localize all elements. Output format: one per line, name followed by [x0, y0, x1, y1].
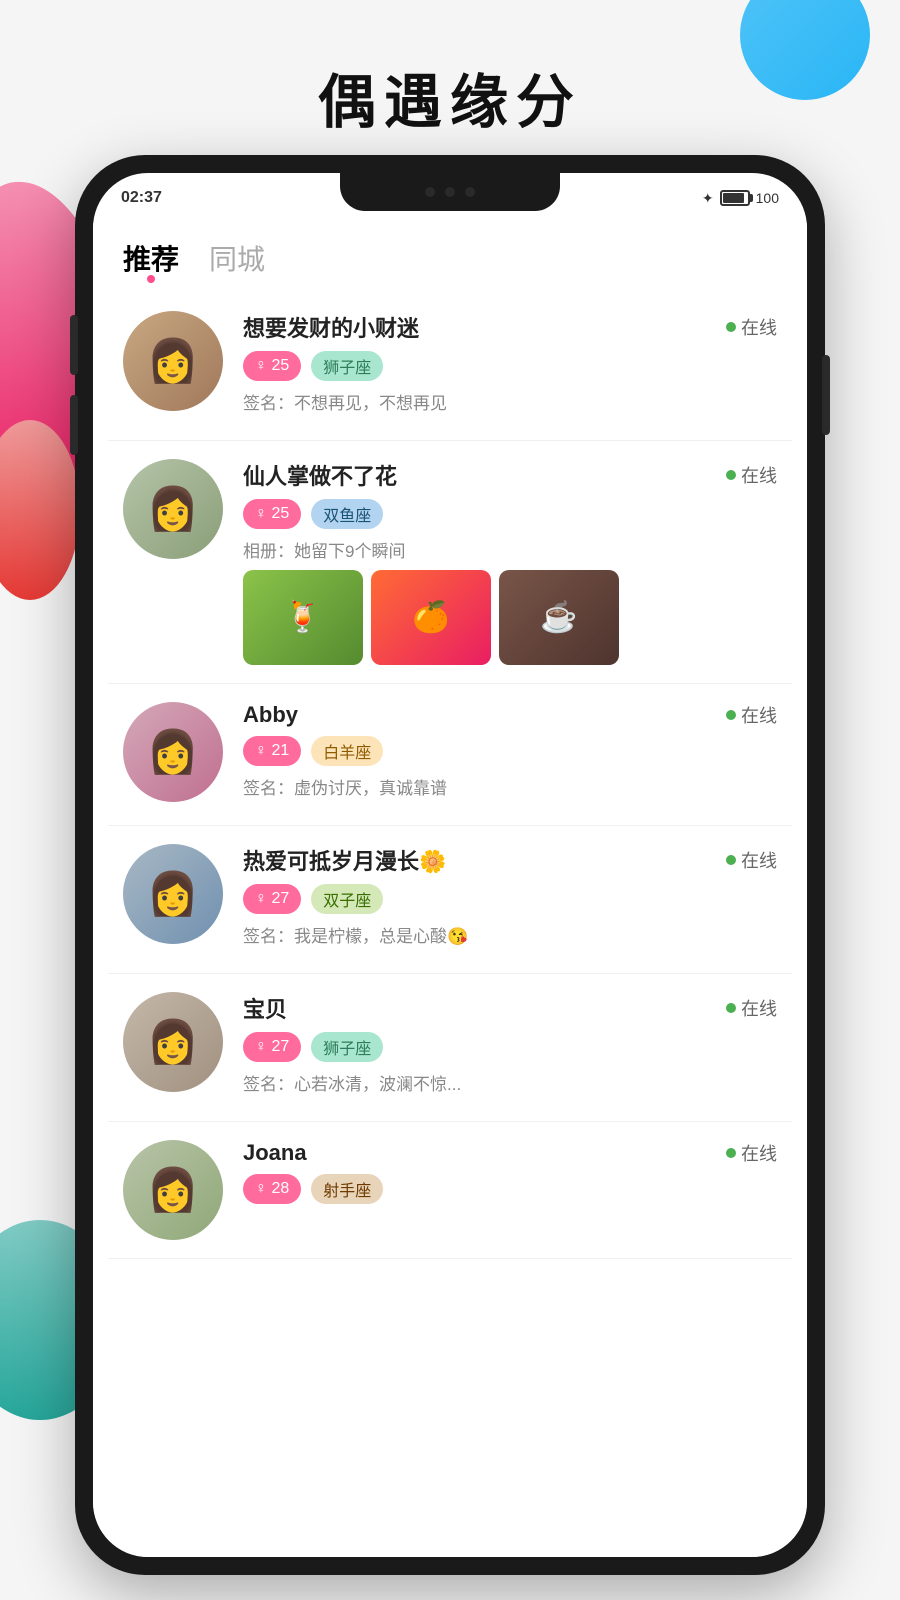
- gender-tag: ♀ 27: [243, 1032, 301, 1062]
- phone-screen: 02:37 ✦ 100 推荐 同城 👩: [93, 173, 807, 1557]
- user-info: Abby 在线 ♀ 21 白羊座 签名：虚伪讨厌，真诚靠谱: [243, 702, 777, 807]
- drink-photo-2: 🍊: [371, 570, 491, 665]
- user-name: Joana: [243, 1140, 307, 1166]
- online-dot: [726, 1148, 736, 1158]
- user-name: 宝贝: [243, 992, 287, 1024]
- zodiac-tag: 白羊座: [311, 736, 383, 766]
- avatar: 👩: [123, 702, 223, 802]
- avatar: 👩: [123, 844, 223, 944]
- user-info: 宝贝 在线 ♀ 27 狮子座 签名：心若冰清，波澜不惊...: [243, 992, 777, 1103]
- user-info: 热爱可抵岁月漫长🌼 在线 ♀ 27 双子座 签名：我是柠檬，总是心酸😘: [243, 844, 777, 955]
- photo-thumb: ☕: [499, 570, 619, 665]
- volume-up-button: [70, 315, 78, 375]
- speaker-dot: [465, 187, 475, 197]
- user-name-row: Joana 在线: [243, 1140, 777, 1166]
- drink-photo-1: 🍹: [243, 570, 363, 665]
- list-item[interactable]: 👩 Joana 在线 ♀ 28 射手座: [108, 1122, 792, 1259]
- volume-down-button: [70, 395, 78, 455]
- gender-tag: ♀ 28: [243, 1174, 301, 1204]
- avatar: 👩: [123, 459, 223, 559]
- tags-row: ♀ 27 双子座: [243, 884, 777, 914]
- user-signature: 签名：心若冰清，波澜不惊...: [243, 1070, 777, 1095]
- battery-level: 100: [756, 190, 779, 206]
- battery-icon: [720, 190, 750, 206]
- content-area: 推荐 同城 👩 想要发财的小财迷 在线: [93, 223, 807, 1557]
- status-time: 02:37: [121, 189, 162, 207]
- zodiac-tag: 射手座: [311, 1174, 383, 1204]
- list-item[interactable]: 👩 仙人掌做不了花 在线 ♀ 25 双鱼座: [108, 441, 792, 684]
- avatar: 👩: [123, 992, 223, 1092]
- online-status: 在线: [726, 995, 777, 1021]
- tags-row: ♀ 25 狮子座: [243, 351, 777, 381]
- zodiac-tag: 双鱼座: [311, 499, 383, 529]
- user-name: 热爱可抵岁月漫长🌼: [243, 844, 446, 876]
- online-label: 在线: [741, 1140, 777, 1166]
- online-dot: [726, 470, 736, 480]
- phone-frame: 02:37 ✦ 100 推荐 同城 👩: [75, 155, 825, 1575]
- online-label: 在线: [741, 702, 777, 728]
- album-label: 相册：她留下9个瞬间: [243, 537, 777, 562]
- user-signature: 签名：虚伪讨厌，真诚靠谱: [243, 774, 777, 799]
- notch: [340, 173, 560, 211]
- user-name-row: Abby 在线: [243, 702, 777, 728]
- user-name-row: 仙人掌做不了花 在线: [243, 459, 777, 491]
- avatar: 👩: [123, 311, 223, 411]
- user-name-row: 想要发财的小财迷 在线: [243, 311, 777, 343]
- tab-recommend[interactable]: 推荐: [123, 238, 179, 283]
- status-right: ✦ 100: [702, 190, 779, 207]
- user-name-row: 热爱可抵岁月漫长🌼 在线: [243, 844, 777, 876]
- camera-dot: [425, 187, 435, 197]
- zodiac-tag: 狮子座: [311, 1032, 383, 1062]
- list-item[interactable]: 👩 Abby 在线 ♀ 21 白羊座: [108, 684, 792, 826]
- photo-strip: 🍹 🍊 ☕: [243, 570, 777, 665]
- user-list: 👩 想要发财的小财迷 在线 ♀ 25 狮子座: [93, 293, 807, 1259]
- zodiac-tag: 狮子座: [311, 351, 383, 381]
- bluetooth-icon: ✦: [702, 190, 714, 207]
- photo-thumb: 🍹: [243, 570, 363, 665]
- page-title: 偶遇缘分: [0, 55, 900, 139]
- photo-thumb: 🍊: [371, 570, 491, 665]
- online-status: 在线: [726, 314, 777, 340]
- user-signature: 签名：我是柠檬，总是心酸😘: [243, 922, 777, 947]
- tags-row: ♀ 25 双鱼座: [243, 499, 777, 529]
- zodiac-tag: 双子座: [311, 884, 383, 914]
- sensor-dot: [445, 187, 455, 197]
- online-label: 在线: [741, 462, 777, 488]
- user-info: 想要发财的小财迷 在线 ♀ 25 狮子座 签名：不想再见，不想再见: [243, 311, 777, 422]
- online-status: 在线: [726, 1140, 777, 1166]
- gender-tag: ♀ 21: [243, 736, 301, 766]
- online-dot: [726, 710, 736, 720]
- tags-row: ♀ 27 狮子座: [243, 1032, 777, 1062]
- online-label: 在线: [741, 995, 777, 1021]
- drink-photo-3: ☕: [499, 570, 619, 665]
- tags-row: ♀ 21 白羊座: [243, 736, 777, 766]
- list-item[interactable]: 👩 热爱可抵岁月漫长🌼 在线 ♀ 27 双子座: [108, 826, 792, 974]
- tabs: 推荐 同城: [93, 223, 807, 293]
- user-name: 仙人掌做不了花: [243, 459, 397, 491]
- user-name-row: 宝贝 在线: [243, 992, 777, 1024]
- online-status: 在线: [726, 462, 777, 488]
- gender-tag: ♀ 25: [243, 499, 301, 529]
- list-item[interactable]: 👩 想要发财的小财迷 在线 ♀ 25 狮子座: [108, 293, 792, 441]
- user-name: 想要发财的小财迷: [243, 311, 419, 343]
- user-info: 仙人掌做不了花 在线 ♀ 25 双鱼座 相册：她留下9个瞬间: [243, 459, 777, 665]
- user-info: Joana 在线 ♀ 28 射手座: [243, 1140, 777, 1212]
- online-status: 在线: [726, 702, 777, 728]
- list-item[interactable]: 👩 宝贝 在线 ♀ 27 狮子座: [108, 974, 792, 1122]
- gender-tag: ♀ 27: [243, 884, 301, 914]
- user-signature: 签名：不想再见，不想再见: [243, 389, 777, 414]
- online-label: 在线: [741, 314, 777, 340]
- avatar: 👩: [123, 1140, 223, 1240]
- online-dot: [726, 322, 736, 332]
- online-dot: [726, 855, 736, 865]
- gender-tag: ♀ 25: [243, 351, 301, 381]
- user-name: Abby: [243, 702, 298, 728]
- tags-row: ♀ 28 射手座: [243, 1174, 777, 1204]
- online-dot: [726, 1003, 736, 1013]
- online-label: 在线: [741, 847, 777, 873]
- online-status: 在线: [726, 847, 777, 873]
- power-button: [822, 355, 830, 435]
- tab-nearby[interactable]: 同城: [209, 238, 265, 283]
